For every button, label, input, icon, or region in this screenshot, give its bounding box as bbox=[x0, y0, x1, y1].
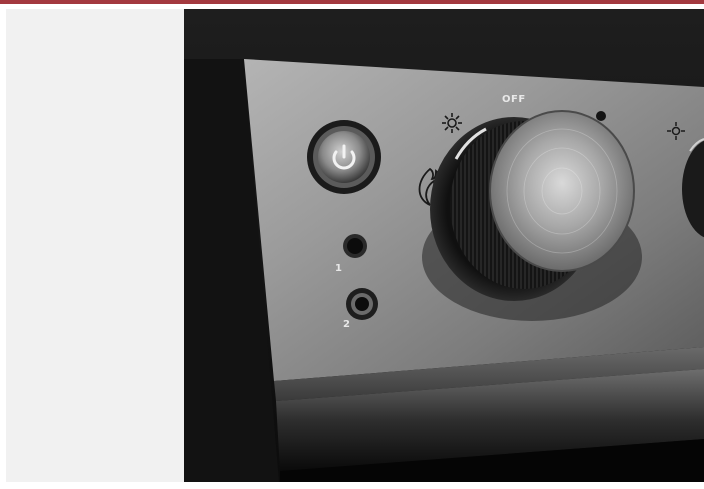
accent-top-bar bbox=[0, 0, 704, 4]
knob-indicator-dot bbox=[596, 111, 606, 121]
jack-2-label: 2 bbox=[343, 319, 351, 330]
stove-control-photo: OFF 1 2 bbox=[184, 9, 704, 482]
photo-svg bbox=[184, 9, 704, 482]
jack-1[interactable] bbox=[343, 234, 367, 258]
sidebar-panel bbox=[6, 9, 184, 482]
off-label: OFF bbox=[502, 94, 526, 105]
jack-2[interactable] bbox=[346, 288, 378, 320]
jack-1-label: 1 bbox=[335, 263, 343, 274]
power-button[interactable] bbox=[307, 120, 381, 194]
